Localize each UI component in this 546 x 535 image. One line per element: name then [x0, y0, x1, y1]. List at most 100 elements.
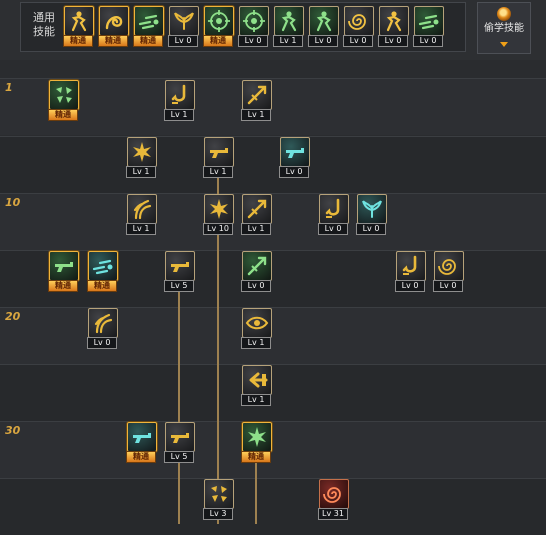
skill-r1-c-icon[interactable]	[242, 80, 272, 110]
common-skill-9-icon[interactable]	[344, 6, 374, 36]
common-skill-4-icon[interactable]	[169, 6, 199, 36]
prerequisite-line	[178, 287, 180, 524]
mastery-badge: 精通	[126, 451, 156, 463]
skill-r3-c-slot[interactable]: Lv 1	[241, 194, 273, 238]
skill-r7-a-icon[interactable]	[127, 422, 157, 452]
skill-r7-a-slot[interactable]: 精通	[126, 422, 158, 466]
level-marker-10: 10	[5, 196, 21, 209]
level-badge: Lv 1	[273, 35, 303, 47]
skill-r2-c-icon[interactable]	[280, 137, 310, 167]
skill-r4-b-slot[interactable]: 精通	[87, 251, 119, 295]
skill-r2-a-slot[interactable]: Lv 1	[126, 137, 158, 181]
skill-r7-b-slot[interactable]: Lv 5	[164, 422, 196, 466]
skill-r4-e-slot[interactable]: Lv 0	[395, 251, 427, 295]
skill-r1-a-icon[interactable]	[49, 80, 79, 110]
dropdown-arrow-icon	[500, 42, 508, 47]
common-skill-1-icon[interactable]	[64, 6, 94, 36]
skill-r2-c-slot[interactable]: Lv 0	[279, 137, 311, 181]
skill-r8-b-slot[interactable]: Lv 31	[318, 479, 350, 523]
skill-r4-b-icon[interactable]	[88, 251, 118, 281]
tree-row	[0, 364, 546, 421]
skill-r3-b-icon[interactable]	[204, 194, 234, 224]
skill-r2-a-icon[interactable]	[127, 137, 157, 167]
prerequisite-line	[255, 456, 257, 524]
skill-r7-b-icon[interactable]	[165, 422, 195, 452]
common-skill-7-slot[interactable]: Lv 1	[273, 6, 305, 50]
skill-r7-c-slot[interactable]: 精通	[241, 422, 273, 466]
common-skill-3-icon[interactable]	[134, 6, 164, 36]
skill-r2-b-slot[interactable]: Lv 1	[203, 137, 235, 181]
level-badge: Lv 3	[203, 508, 233, 520]
skill-r3-a-icon[interactable]	[127, 194, 157, 224]
common-skill-9-slot[interactable]: Lv 0	[343, 6, 375, 50]
skill-r3-d-slot[interactable]: Lv 0	[318, 194, 350, 238]
row-divider	[0, 364, 546, 365]
common-skill-6-icon[interactable]	[239, 6, 269, 36]
level-badge: Lv 0	[238, 35, 268, 47]
level-badge: Lv 5	[164, 280, 194, 292]
common-skills-label: 通用 技能	[33, 11, 55, 38]
skill-r4-c-slot[interactable]: Lv 5	[164, 251, 196, 295]
row-divider	[0, 307, 546, 308]
level-badge: Lv 1	[241, 394, 271, 406]
skill-r4-d-slot[interactable]: Lv 0	[241, 251, 273, 295]
common-skill-10-icon[interactable]	[379, 6, 409, 36]
common-skill-11-slot[interactable]: Lv 0	[413, 6, 445, 50]
common-skill-4-slot[interactable]: Lv 0	[168, 6, 200, 50]
skill-r8-a-icon[interactable]	[204, 479, 234, 509]
skill-r3-d-icon[interactable]	[319, 194, 349, 224]
skill-r2-b-icon[interactable]	[204, 137, 234, 167]
skill-r3-c-icon[interactable]	[242, 194, 272, 224]
common-skill-2-slot[interactable]: 精通	[98, 6, 130, 50]
skill-r1-c-slot[interactable]: Lv 1	[241, 80, 273, 124]
skill-r4-e-icon[interactable]	[396, 251, 426, 281]
common-skill-7-icon[interactable]	[274, 6, 304, 36]
skill-r8-a-slot[interactable]: Lv 3	[203, 479, 235, 523]
skill-r3-e-icon[interactable]	[357, 194, 387, 224]
level-badge: Lv 1	[241, 223, 271, 235]
level-badge: Lv 1	[203, 166, 233, 178]
skill-r5-a-icon[interactable]	[88, 308, 118, 338]
common-skill-8-slot[interactable]: Lv 0	[308, 6, 340, 50]
skill-r4-c-icon[interactable]	[165, 251, 195, 281]
skill-r4-d-icon[interactable]	[242, 251, 272, 281]
skill-r5-b-icon[interactable]	[242, 308, 272, 338]
skill-r6-a-slot[interactable]: Lv 1	[241, 365, 273, 409]
common-skill-5-slot[interactable]: 精通	[203, 6, 235, 50]
mastery-badge: 精通	[133, 35, 163, 47]
skill-r4-f-slot[interactable]: Lv 0	[433, 251, 465, 295]
skill-r4-a-slot[interactable]: 精通	[48, 251, 80, 295]
skill-r4-f-icon[interactable]	[434, 251, 464, 281]
top-bar: 通用 技能 偷学技能 精通 精通 精通 Lv 0 精通 Lv 0 Lv 1 Lv 0 Lv 0L…	[0, 0, 546, 60]
level-badge: Lv 0	[356, 223, 386, 235]
level-badge: Lv 0	[318, 223, 348, 235]
skill-r4-a-icon[interactable]	[49, 251, 79, 281]
mastery-badge: 精通	[48, 109, 78, 121]
common-skill-11-icon[interactable]	[414, 6, 444, 36]
skill-r8-b-icon[interactable]	[319, 479, 349, 509]
level-marker-1: 1	[5, 81, 13, 94]
level-badge: Lv 0	[433, 280, 463, 292]
skill-r3-b-slot[interactable]: Lv 10	[203, 194, 235, 238]
level-badge: Lv 0	[395, 280, 425, 292]
skill-r3-a-slot[interactable]: Lv 1	[126, 194, 158, 238]
steal-skill-button[interactable]: 偷学技能	[477, 2, 531, 54]
common-skill-1-slot[interactable]: 精通	[63, 6, 95, 50]
common-skill-6-slot[interactable]: Lv 0	[238, 6, 270, 50]
skill-r6-a-icon[interactable]	[242, 365, 272, 395]
skill-r1-a-slot[interactable]: 精通	[48, 80, 80, 124]
skill-r5-b-slot[interactable]: Lv 1	[241, 308, 273, 352]
common-skill-3-slot[interactable]: 精通	[133, 6, 165, 50]
common-skill-5-icon[interactable]	[204, 6, 234, 36]
tree-row	[0, 478, 546, 535]
skill-r7-c-icon[interactable]	[242, 422, 272, 452]
level-badge: Lv 1	[241, 109, 271, 121]
level-badge: Lv 1	[126, 223, 156, 235]
common-skill-8-icon[interactable]	[309, 6, 339, 36]
skill-r3-e-slot[interactable]: Lv 0	[356, 194, 388, 238]
skill-r1-b-slot[interactable]: Lv 1	[164, 80, 196, 124]
common-skill-2-icon[interactable]	[99, 6, 129, 36]
common-skill-10-slot[interactable]: Lv 0	[378, 6, 410, 50]
skill-r1-b-icon[interactable]	[165, 80, 195, 110]
skill-r5-a-slot[interactable]: Lv 0	[87, 308, 119, 352]
